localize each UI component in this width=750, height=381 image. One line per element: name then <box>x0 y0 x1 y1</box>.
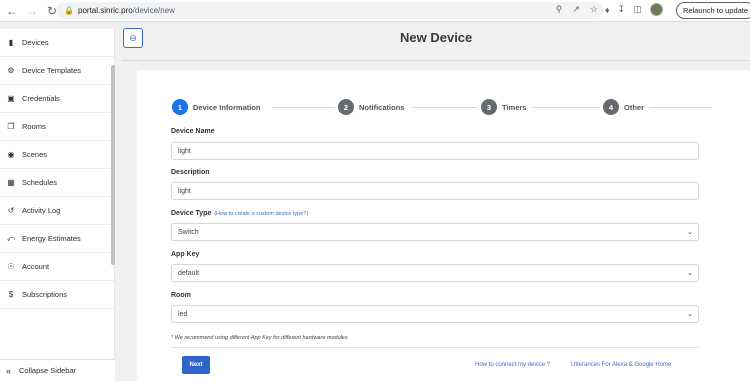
back-button[interactable]: ⊖ <box>123 28 143 48</box>
sidebar-item-device-templates[interactable]: ⚙ Device Templates <box>0 57 114 85</box>
step-other[interactable]: 4 Other <box>603 99 644 115</box>
collapse-sidebar-label: Collapse Sidebar <box>19 366 77 375</box>
page-title: New Device <box>400 30 473 45</box>
form-divider <box>171 347 699 348</box>
device-name-input[interactable]: light <box>171 142 699 160</box>
next-button[interactable]: Next <box>182 356 210 374</box>
header-divider <box>122 60 750 61</box>
extensions-icon[interactable]: ♦ <box>605 5 610 15</box>
sidebar-item-label: Account <box>22 262 50 271</box>
device-type-label: Device Type <box>171 210 212 217</box>
bolt-icon: ⤺ <box>6 233 16 243</box>
step-number: 2 <box>338 99 354 115</box>
calendar-icon: ▦ <box>7 178 15 187</box>
back-arrow-icon[interactable]: ← <box>4 3 20 19</box>
relaunch-button[interactable]: Relaunch to update <box>676 2 750 19</box>
sidebar-item-subscriptions[interactable]: $ Subscriptions <box>0 281 114 309</box>
step-connector <box>532 107 600 108</box>
sidebar-item-account[interactable]: ☉ Account <box>0 253 114 281</box>
device-type-select[interactable]: Switch ⌄ <box>171 223 699 241</box>
device-type-value: Switch <box>178 228 199 236</box>
double-chevron-left-icon: « <box>6 365 12 376</box>
step-notifications[interactable]: 2 Notifications <box>338 99 404 115</box>
sidebar-item-label: Device Templates <box>22 66 82 75</box>
chevron-down-icon: ⌄ <box>687 270 693 277</box>
sidebar-item-activity-log[interactable]: ↺ Activity Log <box>0 197 114 225</box>
dollar-icon: $ <box>8 290 14 299</box>
sidebar-item-schedules[interactable]: ▦ Schedules <box>0 169 114 197</box>
step-label: Device Information <box>193 102 261 112</box>
app-key-value: default <box>178 269 200 277</box>
step-number: 4 <box>603 99 619 115</box>
step-label: Timers <box>502 102 527 112</box>
wizard-stepper: 1 Device Information 2 Notifications 3 T… <box>172 99 732 117</box>
sidebar: ▮ Devices ⚙ Device Templates ▣ Credentia… <box>0 29 115 381</box>
sidebar-scrollbar[interactable] <box>111 65 115 265</box>
zoom-icon[interactable]: ⚲ <box>556 4 563 15</box>
sidebar-item-label: Devices <box>22 38 49 47</box>
step-number: 1 <box>172 99 188 115</box>
download-icon[interactable]: ↧ <box>618 4 626 15</box>
avatar[interactable] <box>649 3 663 16</box>
app-key-label: App Key <box>171 251 200 258</box>
step-device-information[interactable]: 1 Device Information <box>172 99 261 115</box>
room-value: led <box>178 310 188 318</box>
sidebar-item-label: Rooms <box>22 122 46 131</box>
room-label: Room <box>171 292 191 299</box>
copy-icon: ❐ <box>7 122 15 131</box>
room-select[interactable]: led ⌄ <box>171 305 699 323</box>
side-panel-icon[interactable]: ◫ <box>633 4 642 15</box>
history-icon: ↺ <box>7 206 15 215</box>
phone-icon: ▮ <box>8 38 14 47</box>
step-timers[interactable]: 3 Timers <box>481 99 526 115</box>
device-type-label-row: Device Type (How to create a custom devic… <box>171 210 308 217</box>
step-connector <box>412 107 477 108</box>
step-connector <box>272 107 334 108</box>
collapse-sidebar-button[interactable]: « Collapse Sidebar <box>0 359 115 381</box>
description-input[interactable]: light <box>171 182 699 200</box>
sidebar-item-label: Schedules <box>22 178 58 187</box>
step-number: 3 <box>481 99 497 115</box>
lock-icon: ▣ <box>7 94 15 103</box>
app-key-select[interactable]: default ⌄ <box>171 264 699 282</box>
chevron-down-icon: ⌄ <box>687 229 693 236</box>
sidebar-item-label: Energy Estimates <box>22 234 81 243</box>
device-name-label: Device Name <box>171 128 215 135</box>
step-label: Notifications <box>359 102 405 112</box>
url-text: portal.sinric.pro/device/new <box>78 6 175 15</box>
sidebar-item-label: Subscriptions <box>22 290 68 299</box>
utterances-link[interactable]: Utterances For Alexa & Google Home <box>571 362 671 368</box>
sidebar-item-scenes[interactable]: ◉ Scenes <box>0 141 114 169</box>
forward-arrow-icon[interactable]: → <box>24 3 40 19</box>
sidebar-item-devices[interactable]: ▮ Devices <box>0 29 114 57</box>
sidebar-item-rooms[interactable]: ❐ Rooms <box>0 113 114 141</box>
app-key-note: * We recommend using different App Key f… <box>171 335 348 341</box>
share-icon[interactable]: ↗ <box>572 4 580 15</box>
arrow-left-circle-icon: ⊖ <box>129 32 137 43</box>
browser-toolbar: ← → ↻ 🔒 portal.sinric.pro/device/new ⚲ ↗… <box>0 0 750 22</box>
sidebar-item-label: Scenes <box>22 150 48 159</box>
connect-device-link[interactable]: How to connect my device ? <box>475 362 550 368</box>
device-name-value: light <box>178 147 191 155</box>
description-label: Description <box>171 169 210 176</box>
chevron-down-icon: ⌄ <box>687 311 693 318</box>
step-label: Other <box>624 102 645 112</box>
address-bar[interactable]: 🔒 portal.sinric.pro/device/new ⚲ ↗ ☆ <box>56 2 604 19</box>
description-value: light <box>178 187 191 195</box>
user-icon: ☉ <box>7 262 15 271</box>
sidebar-item-label: Activity Log <box>22 206 61 215</box>
sidebar-item-energy-estimates[interactable]: ⤺ Energy Estimates <box>0 225 114 253</box>
lock-icon: 🔒 <box>64 6 74 15</box>
step-connector <box>650 107 712 108</box>
star-icon[interactable]: ☆ <box>590 4 598 15</box>
dot-circle-icon: ◉ <box>7 150 15 159</box>
custom-device-type-link[interactable]: (How to create a custom device type?) <box>214 211 308 217</box>
wrench-icon: ⚙ <box>7 66 15 75</box>
sidebar-item-label: Credentials <box>22 94 60 103</box>
sidebar-item-credentials[interactable]: ▣ Credentials <box>0 85 114 113</box>
